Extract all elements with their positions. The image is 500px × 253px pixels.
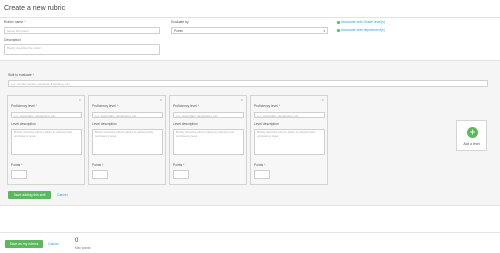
points-input[interactable] xyxy=(92,170,108,179)
level-card: × Proficiency level * e.g. exemplary, de… xyxy=(169,95,247,185)
plus-icon: + xyxy=(467,127,478,138)
level-card: × Proficiency level * e.g. exemplary, de… xyxy=(7,95,85,185)
max-points-value: 0 xyxy=(75,238,79,244)
save-skill-button[interactable]: Save adding this skill xyxy=(8,191,51,199)
max-points-label: Max points xyxy=(75,246,91,250)
proficiency-level-input[interactable]: e.g. exemplary, developing, etc. xyxy=(92,112,163,118)
evaluate-by-select[interactable]: Points ▾ xyxy=(171,27,328,34)
level-description-textarea[interactable]: Briefly describe what it takes to achiev… xyxy=(254,129,325,155)
close-icon[interactable]: × xyxy=(241,97,243,102)
proficiency-level-label: Proficiency level * xyxy=(173,104,200,108)
proficiency-level-input[interactable]: e.g. exemplary, developing, etc. xyxy=(11,112,82,118)
add-level-button[interactable]: + Add a level xyxy=(456,120,487,151)
level-description-label: Level description xyxy=(92,122,117,126)
skill-label: Skill to evaluate * xyxy=(8,73,35,77)
level-description-label: Level description xyxy=(11,122,36,126)
proficiency-level-label: Proficiency level * xyxy=(92,104,119,108)
plus-circle-icon xyxy=(337,20,340,24)
level-description-textarea[interactable]: Briefly describe what it takes to achiev… xyxy=(92,129,163,155)
footer-cancel-link[interactable]: Cancel xyxy=(48,242,59,246)
proficiency-level-label: Proficiency level * xyxy=(254,104,281,108)
skill-cancel-link[interactable]: Cancel xyxy=(57,193,68,197)
evaluate-by-value: Points xyxy=(174,29,183,33)
proficiency-level-label: Proficiency level * xyxy=(11,104,38,108)
evaluate-by-label: Evaluate by xyxy=(171,20,189,24)
level-description-label: Level description xyxy=(173,122,198,126)
proficiency-level-input[interactable]: e.g. exemplary, developing, etc. xyxy=(173,112,244,118)
description-label: Description xyxy=(4,38,21,42)
footer-divider xyxy=(0,232,500,233)
level-description-label: Level description xyxy=(254,122,279,126)
points-label: Points * xyxy=(11,163,23,167)
level-card: × Proficiency level * e.g. exemplary, de… xyxy=(250,95,328,185)
description-textarea[interactable]: Briefly describe the rubric xyxy=(4,44,160,55)
associate-departments-link[interactable]: Associate with department(s) xyxy=(337,28,385,32)
points-input[interactable] xyxy=(173,170,189,179)
close-icon[interactable]: × xyxy=(79,97,81,102)
points-input[interactable] xyxy=(11,170,27,179)
close-icon[interactable]: × xyxy=(322,97,324,102)
header-divider xyxy=(0,17,500,18)
close-icon[interactable]: × xyxy=(160,97,162,102)
skill-input[interactable]: e.g. number sense, grammar & spelling, e… xyxy=(8,80,488,87)
chevron-down-icon: ▾ xyxy=(323,29,325,33)
points-label: Points * xyxy=(254,163,266,167)
level-description-textarea[interactable]: Briefly describe what it takes to achiev… xyxy=(11,129,82,155)
associate-grade-levels-link[interactable]: Associate with Grade level(s) xyxy=(337,20,385,24)
save-rubric-button[interactable]: Save as my rubrics xyxy=(5,240,43,248)
points-input[interactable] xyxy=(254,170,270,179)
points-label: Points * xyxy=(173,163,185,167)
level-description-textarea[interactable]: Briefly describe what it takes to achiev… xyxy=(173,129,244,155)
add-level-label: Add a level xyxy=(463,142,480,146)
plus-circle-icon xyxy=(337,28,340,32)
proficiency-level-input[interactable]: e.g. exemplary, developing, etc. xyxy=(254,112,325,118)
points-label: Points * xyxy=(92,163,104,167)
page-title: Create a new rubric xyxy=(4,5,66,12)
level-card: × Proficiency level * e.g. exemplary, de… xyxy=(88,95,166,185)
rubric-name-input[interactable]: Name this rubric xyxy=(4,27,160,34)
rubric-name-label: Rubric name * xyxy=(4,20,26,24)
